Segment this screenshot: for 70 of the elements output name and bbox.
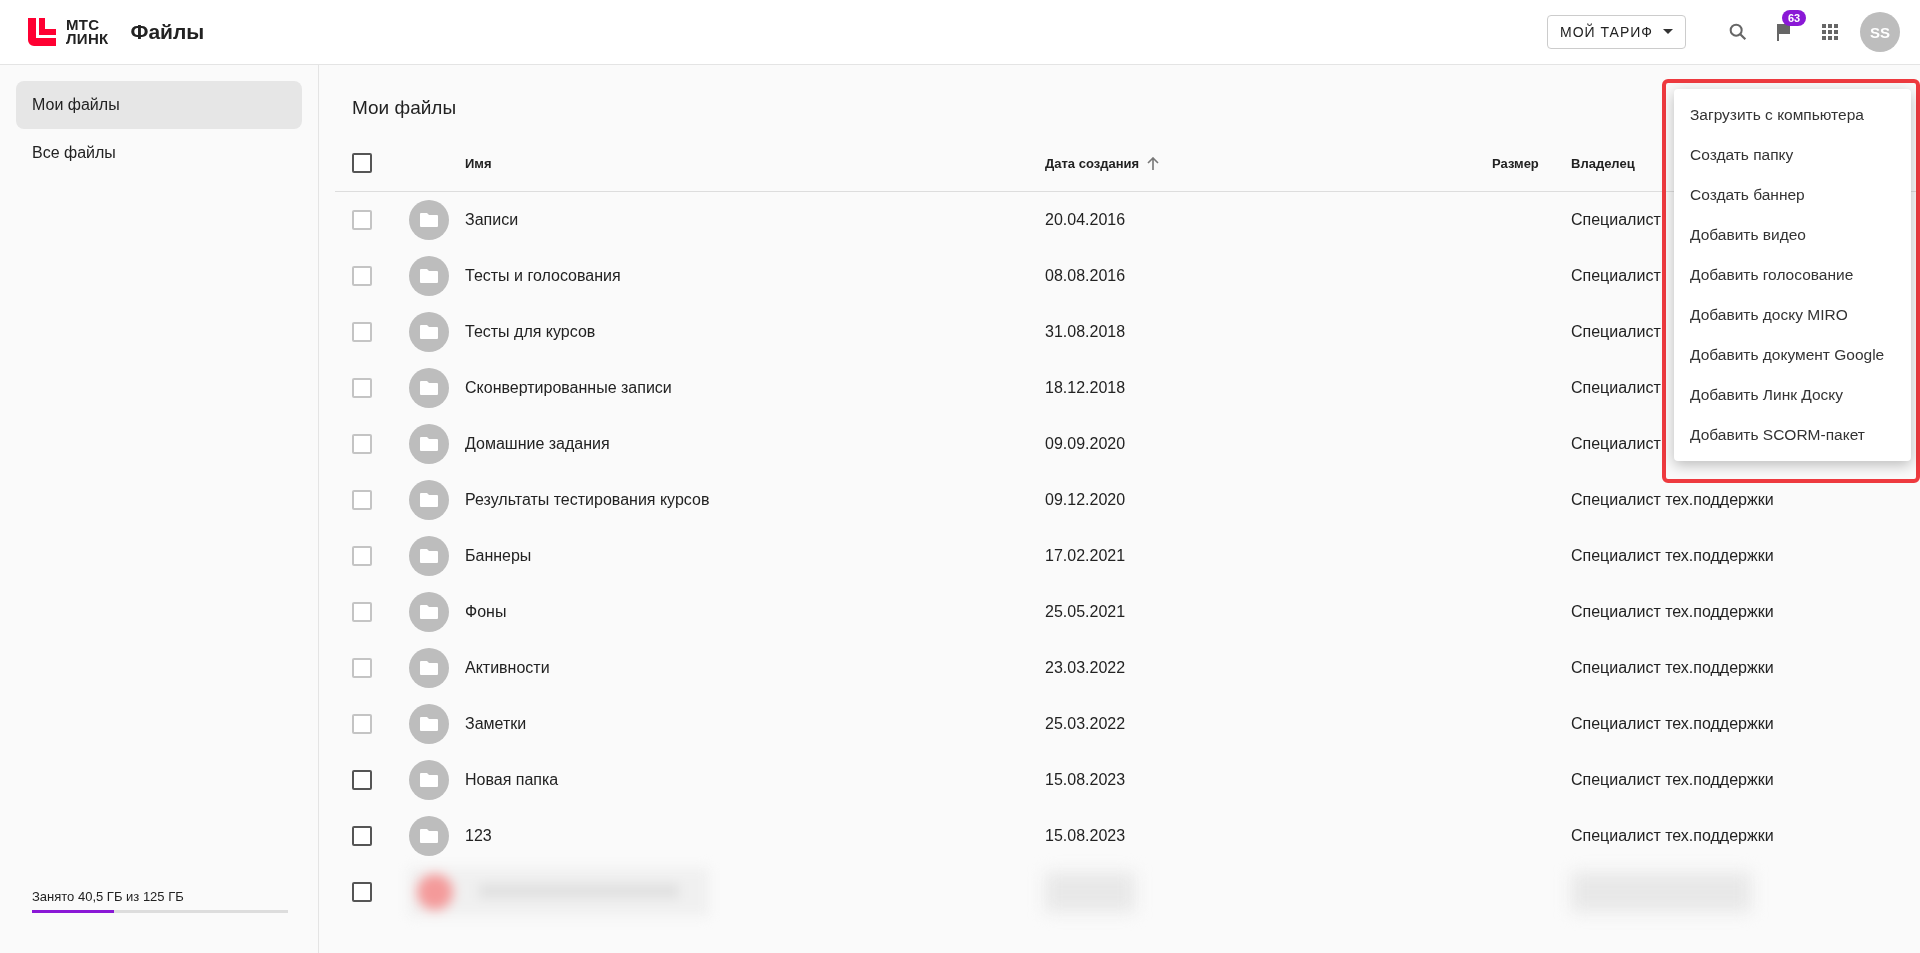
owner-cell: Специалист [1571, 435, 1661, 453]
menu-item[interactable]: Добавить видео [1674, 215, 1911, 255]
caret-icon [1663, 29, 1673, 35]
column-header[interactable]: Имя [465, 155, 492, 171]
owner-cell: Специалист тех.поддержки [1571, 659, 1774, 677]
menu-item[interactable]: Добавить Линк Доску [1674, 375, 1911, 415]
folder-icon [409, 648, 449, 688]
date-cell: 25.05.2021 [1045, 603, 1126, 621]
date-cell: 15.08.2023 [1045, 827, 1126, 845]
storage-text: Занято 40,5 ГБ из 125 ГБ [32, 889, 185, 904]
folder-icon [409, 424, 449, 464]
date-cell: 31.08.2018 [1045, 323, 1126, 341]
folder-icon [409, 592, 449, 632]
folder-icon [409, 704, 449, 744]
owner-cell: Специалист [1571, 267, 1661, 285]
owner-cell: Специалист [1571, 323, 1661, 341]
date-cell: 25.03.2022 [1045, 715, 1126, 733]
folder-icon [409, 312, 449, 352]
menu-item[interactable]: Создать папку [1674, 135, 1911, 175]
grid-icon [1822, 24, 1838, 40]
folder-icon [409, 816, 449, 856]
row-checkbox[interactable] [352, 882, 372, 902]
date-cell: 08.08.2016 [1045, 267, 1126, 285]
owner-cell: Специалист тех.поддержки [1571, 547, 1774, 565]
flag-button[interactable]: 63 [1764, 12, 1804, 52]
column-header[interactable]: Владелец [1571, 155, 1635, 171]
logo-text: ЛИНК [66, 32, 109, 46]
select-all-checkbox[interactable] [352, 153, 372, 173]
row-checkbox[interactable] [352, 826, 372, 846]
owner-cell: Специалист [1571, 211, 1661, 229]
menu-item[interactable]: Добавить доску MIRO [1674, 295, 1911, 335]
file-name[interactable]: 123 [465, 827, 492, 845]
owner-cell: Специалист тех.поддержки [1571, 771, 1774, 789]
owner-cell: Специалист тех.поддержки [1571, 715, 1774, 733]
date-cell: 17.02.2021 [1045, 547, 1126, 565]
menu-item[interactable]: Создать баннер [1674, 175, 1911, 215]
owner-cell: Специалист тех.поддержки [1571, 603, 1774, 621]
folder-icon [409, 536, 449, 576]
sidebar-item[interactable]: Все файлы [16, 129, 302, 177]
date-cell: 23.03.2022 [1045, 659, 1126, 677]
tariff-button[interactable]: МОЙ ТАРИФ [1547, 15, 1686, 49]
menu-item[interactable]: Добавить SCORM-пакет [1674, 415, 1911, 455]
date-cell: 20.04.2016 [1045, 211, 1126, 229]
folder-icon [409, 200, 449, 240]
owner-cell: Специалист тех.поддержки [1571, 491, 1774, 509]
owner-cell: Специалист тех.поддержки [1571, 827, 1774, 845]
menu-item[interactable]: Добавить документ Google [1674, 335, 1911, 375]
row-checkbox[interactable] [352, 770, 372, 790]
logo-icon [28, 18, 56, 46]
folder-icon [409, 760, 449, 800]
owner-cell: Специалист [1571, 379, 1661, 397]
menu-item[interactable]: Добавить голосование [1674, 255, 1911, 295]
page-title: Мои файлы [352, 97, 457, 119]
notification-badge: 63 [1782, 10, 1807, 26]
logo-text: МТС [66, 18, 101, 32]
column-header[interactable]: Размер [1492, 155, 1539, 171]
file-name[interactable]: Новая папка [465, 771, 559, 789]
date-cell: 18.12.2018 [1045, 379, 1126, 397]
search-icon [1727, 21, 1749, 43]
menu-item[interactable]: Загрузить с компьютера [1674, 95, 1911, 135]
folder-icon [409, 256, 449, 296]
column-header[interactable]: Дата создания [1045, 155, 1140, 171]
sidebar-item[interactable]: Мои файлы [16, 81, 302, 129]
sort-arrow-icon[interactable] [1147, 156, 1160, 170]
date-cell: 15.08.2023 [1045, 771, 1126, 789]
app-title: Файлы [130, 20, 205, 44]
date-cell: 09.12.2020 [1045, 491, 1126, 509]
date-cell: 09.09.2020 [1045, 435, 1126, 453]
folder-icon [409, 480, 449, 520]
folder-icon [409, 368, 449, 408]
